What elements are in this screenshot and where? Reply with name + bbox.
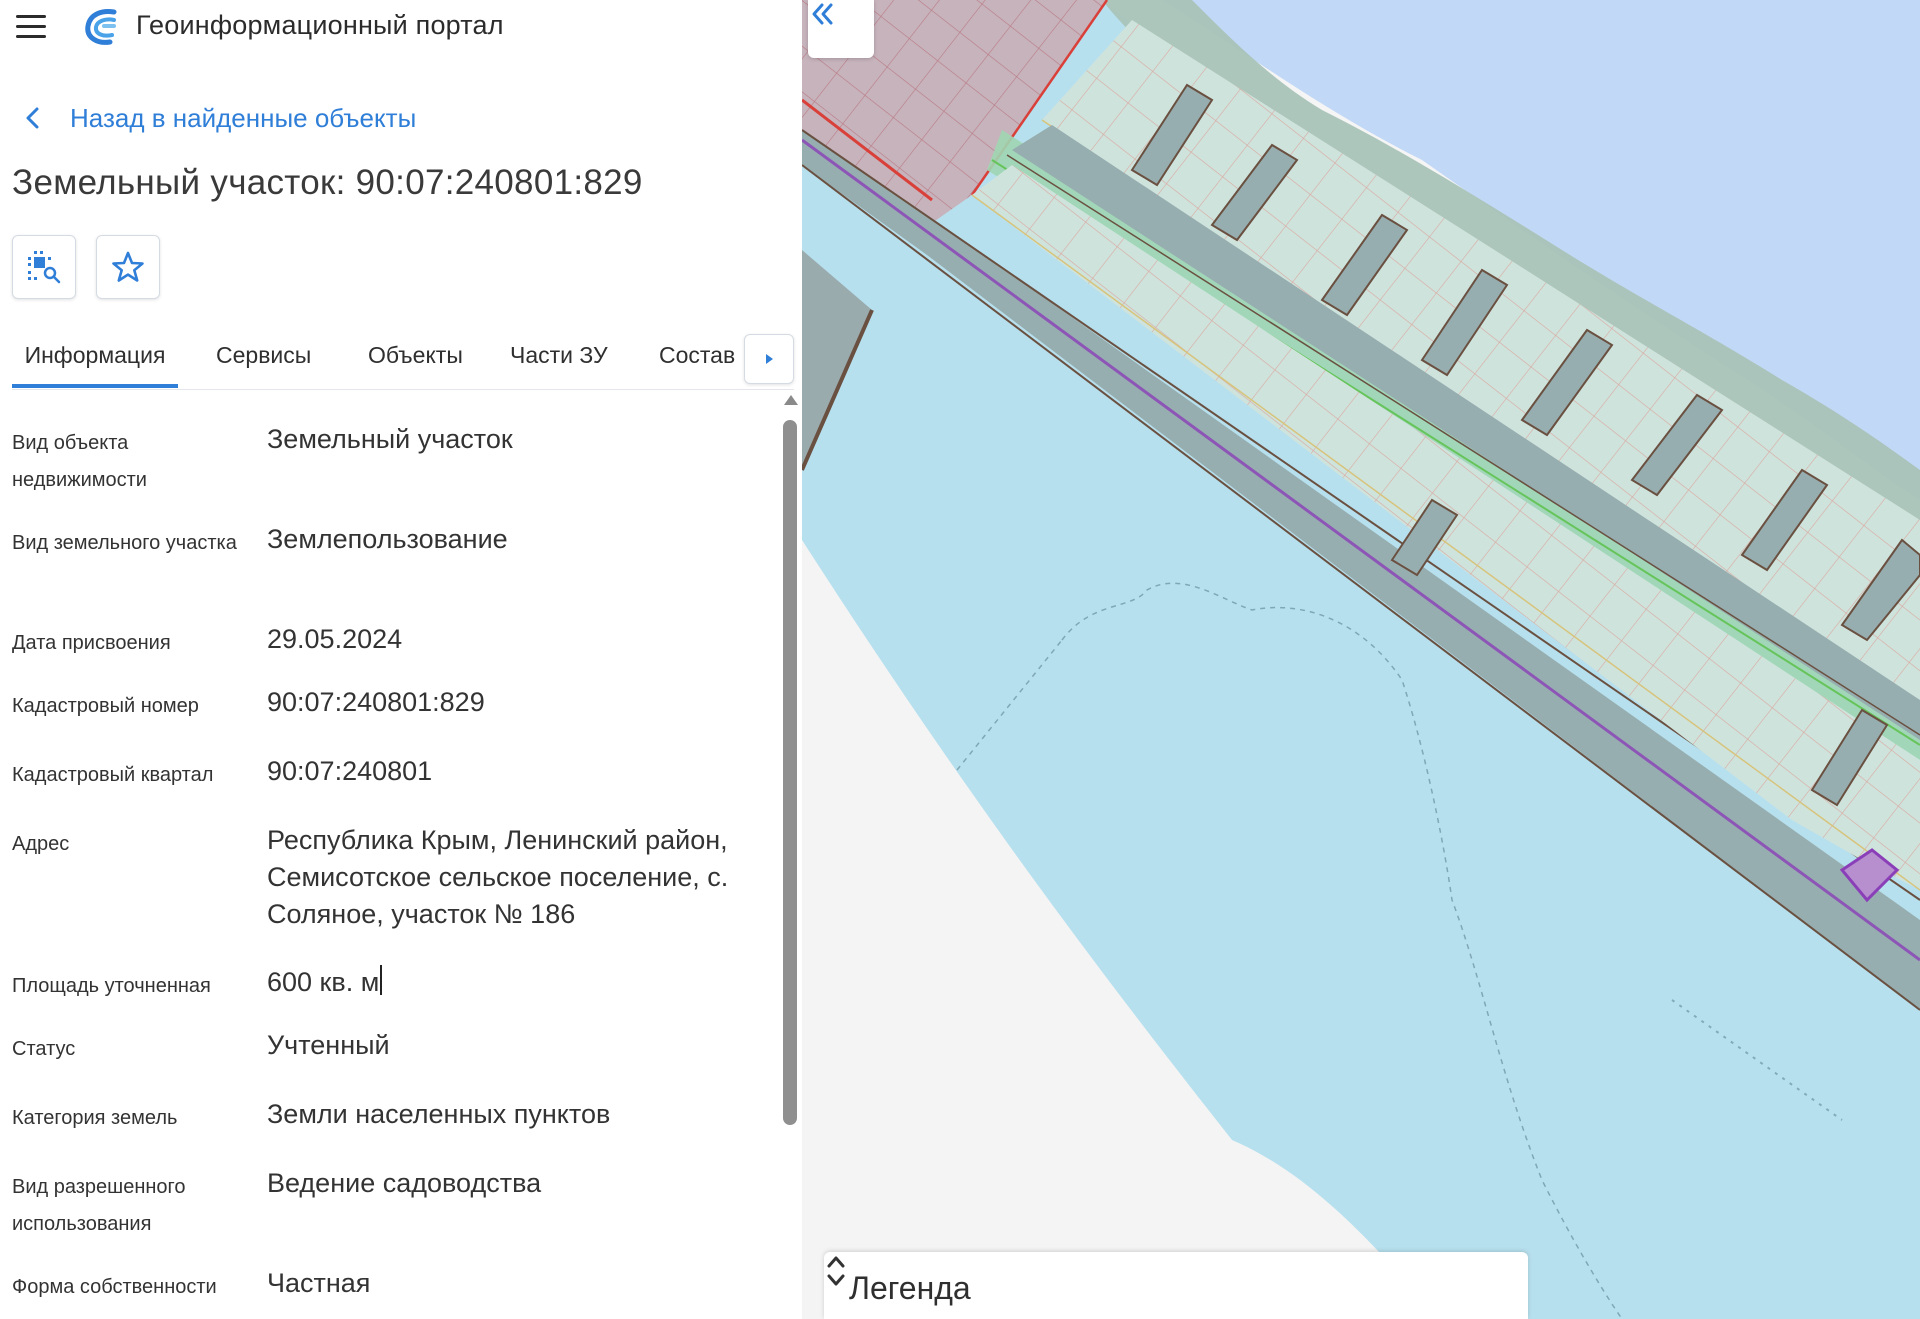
star-icon (112, 251, 144, 282)
info-label: Форма собственности (12, 1276, 217, 1298)
portal-logo-icon (84, 8, 120, 46)
text-cursor (380, 965, 383, 995)
chevron-left-icon (26, 107, 39, 129)
tab-composition[interactable]: Состав (647, 330, 747, 388)
info-value: 90:07:240801 (267, 756, 433, 786)
tab-objects[interactable]: Объекты (356, 330, 475, 388)
info-label: Площадь уточненная (12, 975, 211, 997)
add-to-favorites-button[interactable] (96, 235, 160, 299)
object-info-panel: Геоинформационный портал Назад в найденн… (0, 0, 802, 1319)
scrollbar-thumb[interactable] (783, 420, 797, 1125)
info-label: Кадастровый номер (12, 695, 199, 717)
info-value: Ведение садоводства (267, 1168, 542, 1198)
info-value: Республика Крым, Ленинский район, Семисо… (267, 825, 729, 929)
info-value: Землепользование (267, 524, 508, 554)
page-title: Земельный участок: 90:07:240801:829 (12, 163, 643, 202)
expand-collapse-icon[interactable] (824, 1252, 848, 1290)
tab-information[interactable]: Информация (12, 330, 178, 388)
caret-right-icon (766, 354, 773, 364)
top-bar: Геоинформационный портал (0, 0, 802, 56)
info-value: Частная (267, 1268, 371, 1298)
info-value: 90:07:240801:829 (267, 687, 485, 717)
app-title: Геоинформационный портал (136, 10, 504, 40)
info-label: Категория земель (12, 1107, 178, 1129)
info-label: Кадастровый квартал (12, 764, 214, 786)
info-label: Статус (12, 1038, 76, 1060)
info-value: Земельный участок (267, 424, 513, 454)
tab-parcel-parts[interactable]: Части ЗУ (498, 330, 620, 388)
locate-on-map-icon (28, 251, 61, 284)
info-value: Учтенный (267, 1030, 390, 1060)
info-scrollbar[interactable] (780, 395, 800, 1319)
scroll-up-arrow-icon[interactable] (784, 395, 798, 405)
hamburger-menu-icon[interactable] (14, 12, 48, 42)
double-chevron-left-icon (812, 3, 833, 25)
map-view[interactable]: Легенда (802, 0, 1920, 1319)
tabs-scroll-right-button[interactable] (744, 334, 794, 384)
legend-panel[interactable]: Легенда (824, 1252, 1528, 1319)
locate-on-map-button[interactable] (12, 235, 76, 299)
info-value: 29.05.2024 (267, 624, 403, 654)
legend-title: Легенда (849, 1270, 971, 1306)
tabs-bar: Информация Сервисы Объекты Части ЗУ Сост… (12, 330, 794, 390)
info-label: Вид земельного участка (12, 532, 237, 554)
info-label: Адрес (12, 833, 70, 855)
info-value: Земли населенных пунктов (267, 1099, 611, 1129)
info-label: Дата присвоения (12, 632, 171, 654)
tab-services[interactable]: Сервисы (204, 330, 323, 388)
info-value: 600 кв. м (267, 964, 767, 1001)
back-to-results-link[interactable]: Назад в найденные объекты (18, 100, 416, 136)
info-label: Вид разрешенного использования (12, 1176, 186, 1235)
back-link-label: Назад в найденные объекты (70, 102, 417, 133)
cadastral-map[interactable] (802, 0, 1920, 1319)
collapse-panel-button[interactable] (808, 0, 874, 58)
info-label: Вид объекта недвижимости (12, 432, 147, 491)
